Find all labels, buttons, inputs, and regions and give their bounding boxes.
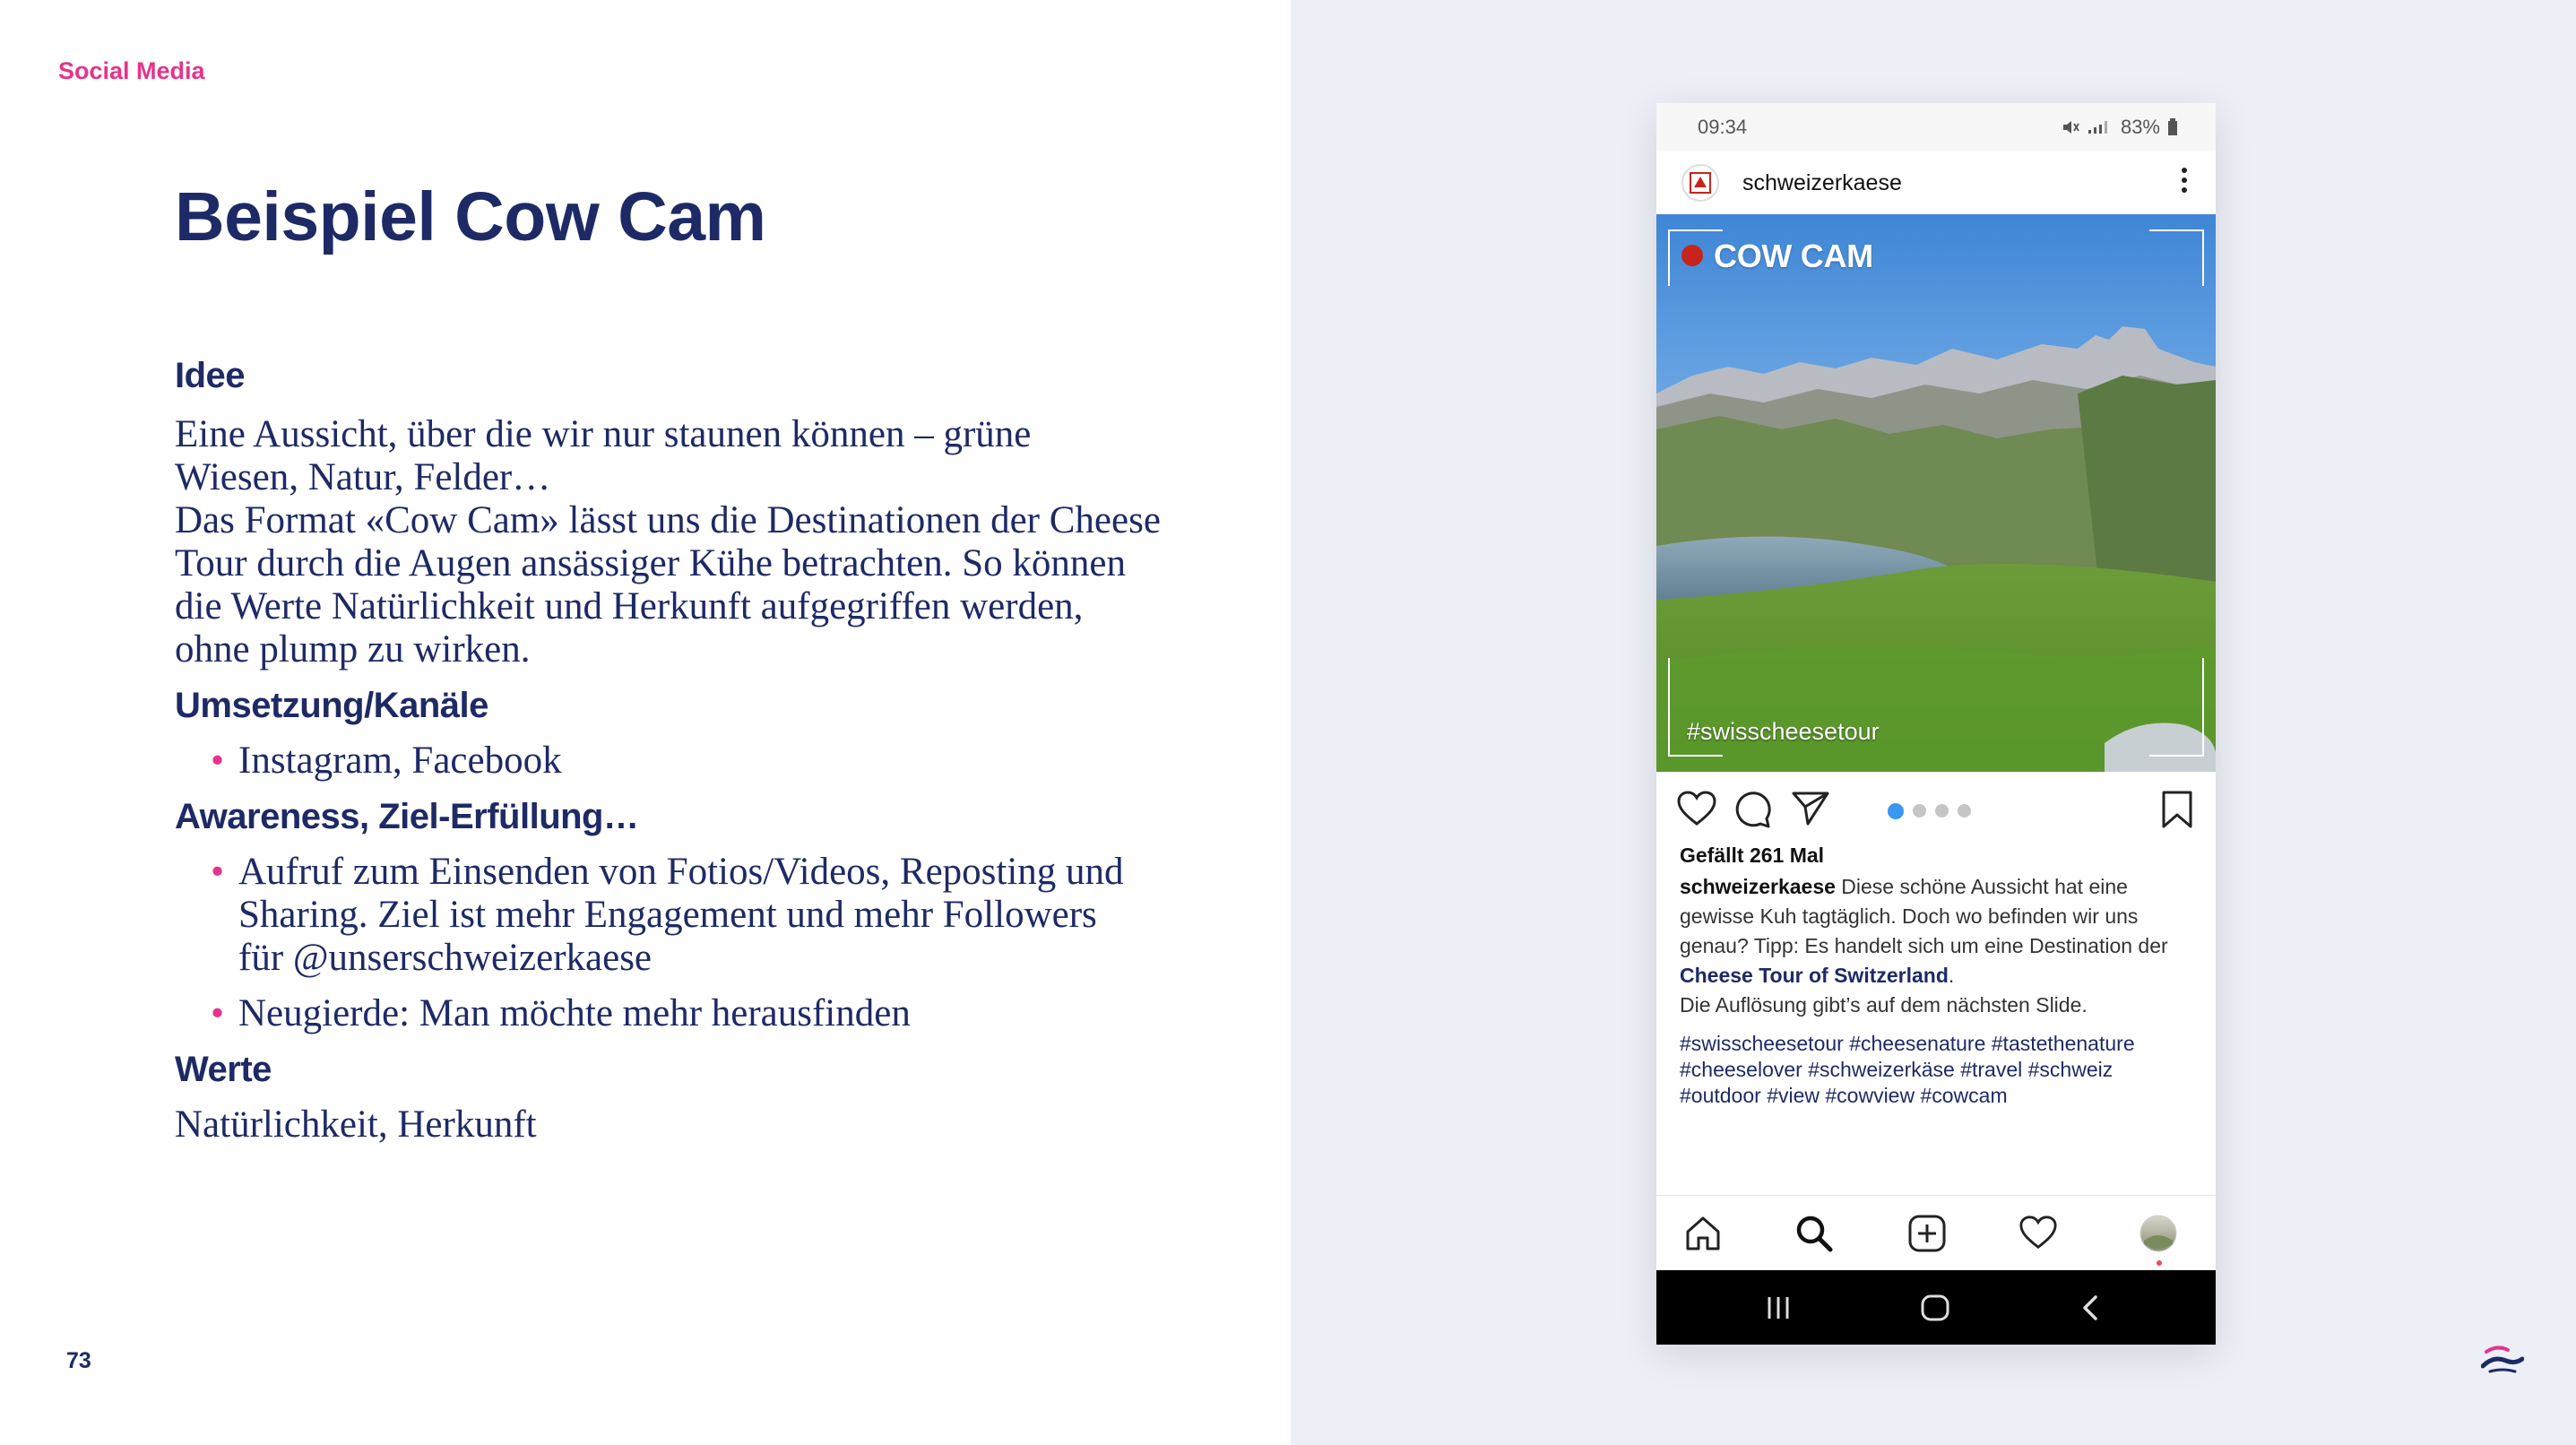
idee-text-2: Das Format «Cow Cam» lässt uns die Desti… xyxy=(175,499,1161,671)
mute-icon xyxy=(2062,121,2079,134)
caption-link[interactable]: Cheese Tour of Switzerland xyxy=(1680,964,1949,987)
caption-username[interactable]: schweizerkaese xyxy=(1680,875,1836,898)
post-actions xyxy=(1656,772,2216,844)
search-icon[interactable] xyxy=(1794,1214,1834,1253)
carousel-dot xyxy=(1935,804,1949,818)
activity-heart-icon[interactable] xyxy=(2018,1214,2058,1251)
battery-icon xyxy=(2168,118,2177,135)
profile-avatar[interactable] xyxy=(2139,1214,2178,1253)
battery-percent: 83% xyxy=(2120,116,2160,138)
more-options-icon[interactable] xyxy=(2180,166,2189,195)
list-item: • Instagram, Facebook xyxy=(211,740,562,782)
heading-werte: Werte xyxy=(175,1050,272,1089)
post-hashtags[interactable]: #swisscheesetour #cheesenature #tastethe… xyxy=(1680,1031,2200,1109)
slide-title: Beispiel Cow Cam xyxy=(175,178,766,255)
bullet-icon: • xyxy=(211,851,225,893)
home-icon[interactable] xyxy=(1683,1214,1723,1253)
notification-dot xyxy=(2157,1260,2162,1266)
werte-text: Natürlichkeit, Herkunft xyxy=(175,1103,537,1146)
android-nav-bar xyxy=(1656,1270,2216,1345)
status-time: 09:34 xyxy=(1698,116,1748,138)
umsetzung-list: • Instagram, Facebook xyxy=(175,740,1161,783)
carousel-indicator xyxy=(1888,803,1971,819)
brand-logo xyxy=(2481,1345,2524,1373)
cheese-logo-icon xyxy=(1690,172,1711,194)
bottom-nav xyxy=(1656,1195,2216,1271)
heading-umsetzung: Umsetzung/Kanäle xyxy=(175,686,488,725)
phone-mockup: 09:34 83% schweizerkaese COW CAM #swissc… xyxy=(1656,103,2216,1345)
bookmark-icon[interactable] xyxy=(2160,790,2194,829)
recent-apps-icon[interactable] xyxy=(1764,1294,1793,1322)
android-home-icon[interactable] xyxy=(1920,1294,1950,1322)
post-header: schweizerkaese xyxy=(1656,151,2216,215)
status-icons: 83% xyxy=(2062,116,2178,139)
heading-awareness: Awareness, Ziel-Erfüllung… xyxy=(175,797,639,836)
signal-icon xyxy=(2088,121,2107,134)
slide-body: Idee Eine Aussicht, über die wir nur sta… xyxy=(175,354,1161,1146)
image-hashtag: #swisscheesetour xyxy=(1687,718,1880,745)
idee-text-1: Eine Aussicht, über die wir nur staunen … xyxy=(175,413,1032,498)
page-number: 73 xyxy=(66,1348,91,1373)
carousel-dot xyxy=(1958,804,1971,818)
slide-content-panel: Social Media Beispiel Cow Cam Idee Eine … xyxy=(0,0,1291,1445)
bullet-icon: • xyxy=(211,992,225,1034)
send-icon[interactable] xyxy=(1791,790,1830,827)
list-item: • Neugierde: Man möchte mehr herausfinden xyxy=(211,992,911,1034)
add-post-icon[interactable] xyxy=(1907,1214,1947,1253)
awareness-list: • Aufruf zum Einsenden von Fotios/Videos,… xyxy=(175,851,1125,1035)
comment-icon[interactable] xyxy=(1733,790,1772,829)
post-username[interactable]: schweizerkaese xyxy=(1742,170,1902,196)
heading-idee: Idee xyxy=(175,356,246,395)
post-image[interactable] xyxy=(1656,214,2216,772)
status-bar: 09:34 83% xyxy=(1656,103,2216,151)
bullet-icon: • xyxy=(211,740,225,782)
record-icon xyxy=(1681,245,1703,266)
likes-count[interactable]: Gefällt 261 Mal xyxy=(1680,844,1824,868)
caption-period: . xyxy=(1948,964,1955,987)
caption-text-2: Die Auflösung gibt’s auf dem nächsten Sl… xyxy=(1680,993,2088,1017)
cow-cam-label: COW CAM xyxy=(1714,238,1873,274)
section-label: Social Media xyxy=(58,57,205,84)
carousel-dot xyxy=(1913,804,1926,818)
avatar[interactable] xyxy=(1681,164,1719,202)
post-caption: schweizerkaese Diese schöne Aussicht hat… xyxy=(1680,872,2200,1109)
heart-icon[interactable] xyxy=(1676,790,1717,827)
carousel-dot-active xyxy=(1888,803,1904,819)
back-icon[interactable] xyxy=(2078,1294,2105,1322)
list-item: • Aufruf zum Einsenden von Fotios/Videos,… xyxy=(211,851,1124,979)
